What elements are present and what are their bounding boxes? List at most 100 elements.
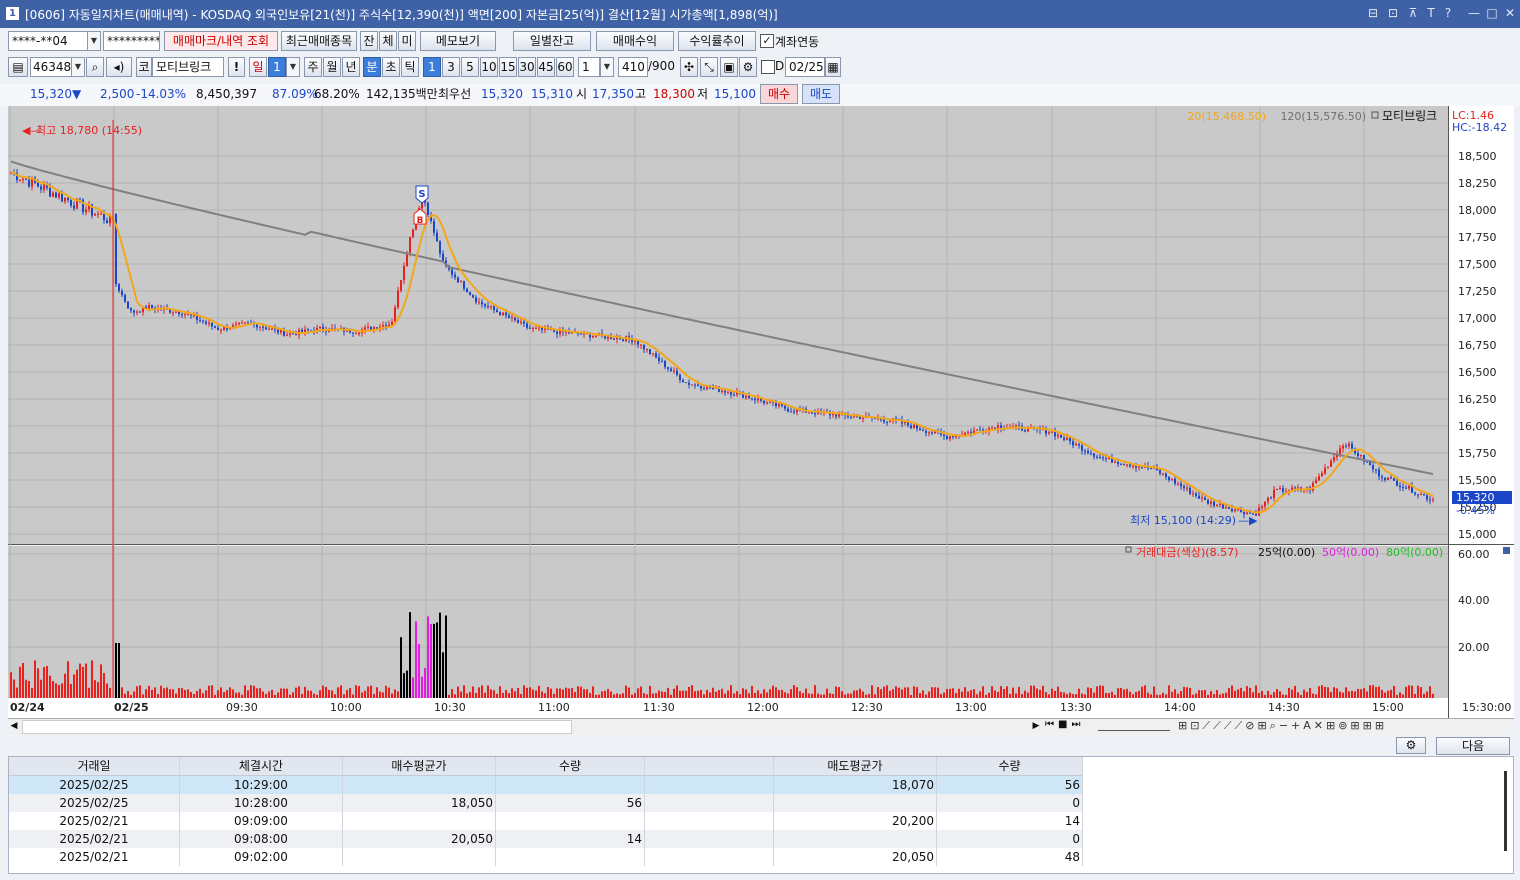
period-second[interactable]: 초 [382,57,400,77]
market-label[interactable]: 코 [136,57,152,77]
account-dropdown-icon[interactable]: ▼ [87,31,101,51]
col-buy-qty[interactable]: 수량 [495,757,645,776]
daily-balance-button[interactable]: 일별잔고 [513,31,591,51]
table-row[interactable]: 2025/02/21 09:09:00 20,200 14 [9,812,1083,830]
interval-3[interactable]: 3 [442,57,460,77]
candle-body [1429,499,1431,501]
candle-body [304,329,306,333]
interval-15[interactable]: 15 [499,57,517,77]
recent-trades-button[interactable]: 최근매매종목 [281,31,357,51]
search-icon[interactable]: ⌕ [86,57,104,77]
interval-dropdown-icon[interactable]: ▼ [600,57,614,77]
maximize-button[interactable]: □ [1484,5,1500,21]
period-year[interactable]: 년 [342,57,360,77]
filled-button[interactable]: 체 [379,31,397,51]
table-row[interactable]: 2025/02/25 10:28:00 18,050 56 0 [9,794,1083,812]
close-button[interactable]: ✕ [1502,5,1518,21]
col-exec-time[interactable]: 체결시간 [179,757,343,776]
unfilled-button[interactable]: 미 [398,31,416,51]
account-link-checkbox[interactable]: ✓ [760,34,774,48]
interval-10[interactable]: 10 [480,57,498,77]
col-trade-date[interactable]: 거래일 [9,757,180,776]
balance-button[interactable]: 잔 [360,31,378,51]
interval-60[interactable]: 60 [556,57,574,77]
chart-scrollbar[interactable]: ◀ ▶ ⏮■⏭ ⊞⊡⟋⟋⟋⟋⊘⊞⌕−+A✕⊞⊚⊞⊞⊞ [8,718,1514,734]
stock-name-field[interactable]: 모티브링크 [152,57,224,77]
trade-profit-button[interactable]: 매매수익 [596,31,674,51]
interval-5[interactable]: 5 [461,57,479,77]
candle-body [94,214,96,216]
volume-bar [895,686,897,698]
col-buy-avg[interactable]: 매수평균가 [342,757,496,776]
alert-icon[interactable]: ! [228,57,245,77]
crosshair-icon[interactable]: ✣ [680,57,698,77]
stock-code-field[interactable]: 463480 [30,57,72,77]
grid-settings-icon[interactable]: ⚙ [1396,737,1426,754]
memo-button[interactable]: 메모보기 [420,31,496,51]
minimize-button[interactable]: — [1466,5,1482,21]
trade-history-grid: 거래일 체결시간 매수평균가 수량 매도평균가 수량 2025/02/25 10:… [8,756,1514,874]
help-icon[interactable]: ? [1440,5,1456,21]
period-tick[interactable]: 틱 [401,57,419,77]
candle-body [1150,468,1152,470]
candle-body [721,390,723,392]
low-note: 최저 15,100 (14:29) [1130,514,1236,527]
chart-type-icon[interactable]: ▤ [8,57,28,77]
buy-button[interactable]: 매수 [760,84,798,104]
table-row[interactable]: 2025/02/21 09:08:00 20,050 14 0 [9,830,1083,848]
period-dropdown-icon[interactable]: ▼ [286,57,300,77]
interval-count-field[interactable]: 1 [578,57,600,77]
trade-marks-button[interactable]: 매매마크/내역 조회 [164,31,278,51]
layout-icon[interactable]: ⊟ [1365,5,1381,21]
volume-bar [1342,692,1344,698]
scroll-right-icon[interactable]: ▶ [1030,720,1042,732]
col-blank[interactable] [644,757,774,776]
volume-bar [1102,685,1104,698]
price-change: 2,500 [100,87,135,101]
settings-gear-icon[interactable]: ⚙ [739,57,757,77]
scroll-left-icon[interactable]: ◀ [8,720,20,732]
col-sell-avg[interactable]: 매도평균가 [773,757,937,776]
price-chart[interactable]: 18,500 18,250 18,000 17,750 17,500 17,250 17,0… [8,106,1514,718]
pin-icon[interactable]: ⊼ [1405,5,1421,21]
volume-bar [883,686,885,698]
password-field[interactable]: ********* [103,31,160,51]
col-sell-qty[interactable]: 수량 [936,757,1083,776]
candle-body [124,294,126,302]
zoom-slider[interactable] [1098,721,1170,731]
account-field[interactable]: ****-**04 [8,31,88,51]
table-row[interactable]: 2025/02/25 10:29:00 18,070 56 [9,775,1083,794]
table-row[interactable]: 2025/02/21 09:02:00 20,050 48 [9,848,1083,866]
period-minute[interactable]: 분 [363,57,381,77]
period-week[interactable]: 주 [304,57,322,77]
calendar-icon[interactable]: ▦ [825,57,841,77]
chart-area[interactable]: 18,500 18,250 18,000 17,750 17,500 17,250 17,0… [8,106,1514,718]
drawing-tools-icon[interactable]: ⊞⊡⟋⟋⟋⟋⊘⊞⌕−+A✕⊞⊚⊞⊞⊞ [1178,719,1387,733]
date-field[interactable]: 02/25 [785,57,825,77]
volume-bar [790,689,792,698]
period-day-count[interactable]: 1 [268,57,286,77]
volume-bar [358,685,360,698]
draw-tool-icon[interactable]: ⤡ [700,57,718,77]
sound-icon[interactable]: ◂) [106,57,132,77]
period-day[interactable]: 일 [249,57,267,77]
interval-30[interactable]: 30 [518,57,536,77]
sell-button[interactable]: 매도 [802,84,840,104]
yield-trend-button[interactable]: 수익률추이 [678,31,756,51]
period-month[interactable]: 월 [323,57,341,77]
save-icon[interactable]: ▣ [720,57,738,77]
playback-icon[interactable]: ⏮■⏭ [1045,719,1084,730]
code-dropdown-icon[interactable]: ▼ [71,57,85,77]
interval-45[interactable]: 45 [537,57,555,77]
candle-body [235,324,237,326]
scroll-thumb[interactable] [22,720,572,734]
next-button[interactable]: 다음 [1436,737,1510,755]
d-checkbox[interactable] [761,60,775,74]
font-icon[interactable]: T [1423,5,1439,21]
vol-panel-close-icon[interactable] [1503,547,1510,554]
grid-scrollbar[interactable] [1504,771,1507,851]
app-icon[interactable]: 1 [6,7,19,20]
interval-1[interactable]: 1 [423,57,441,77]
bar-count-field[interactable]: 410 [618,57,648,77]
window-copy-icon[interactable]: ⊡ [1385,5,1401,21]
